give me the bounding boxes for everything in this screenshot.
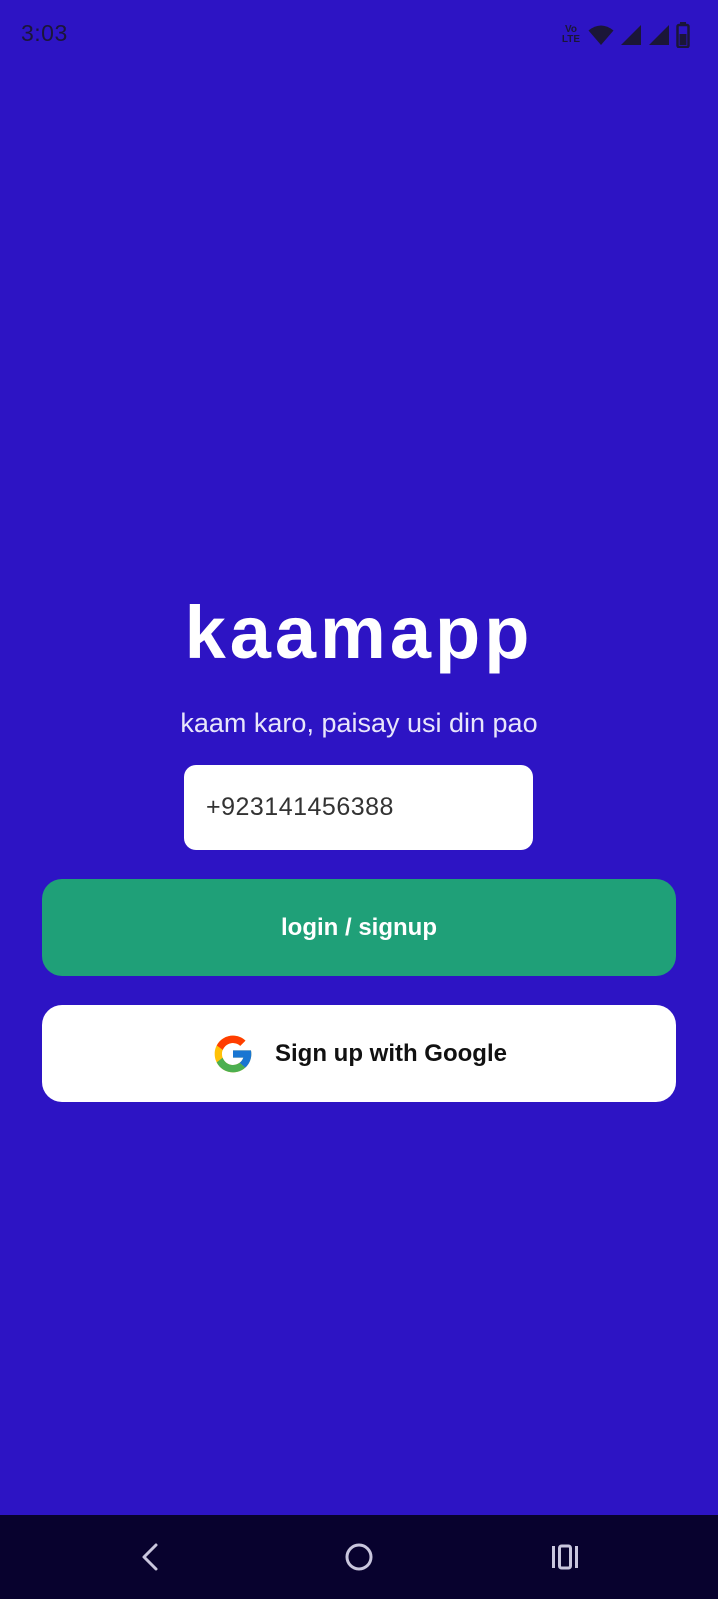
navigation-bar xyxy=(0,1515,718,1599)
volte-lte-icon: Vo LTE xyxy=(560,25,582,45)
nav-recents-button[interactable] xyxy=(541,1533,589,1581)
signal-icon xyxy=(649,25,669,45)
app-title: kaamapp xyxy=(184,591,534,674)
google-signup-button[interactable]: Sign up with Google xyxy=(42,1005,676,1102)
back-icon xyxy=(142,1543,158,1571)
login-signup-button[interactable]: login / signup xyxy=(42,879,676,976)
google-g-icon xyxy=(214,1035,252,1072)
wifi-icon xyxy=(588,25,614,45)
signal-icon xyxy=(621,25,641,45)
lte-label: LTE xyxy=(561,34,581,45)
nav-back-button[interactable] xyxy=(127,1533,175,1581)
recents-icon xyxy=(552,1544,578,1570)
battery-icon xyxy=(676,22,690,48)
app-tagline: kaam karo, paisay usi din pao xyxy=(180,708,538,738)
status-bar: 3:03 Vo LTE xyxy=(0,0,718,70)
status-time: 3:03 xyxy=(21,20,68,46)
login-signup-label: login / signup xyxy=(281,913,437,941)
status-icons: Vo LTE xyxy=(560,22,690,48)
home-icon xyxy=(345,1543,373,1571)
nav-home-button[interactable] xyxy=(335,1533,383,1581)
phone-number-input[interactable] xyxy=(184,765,533,850)
google-signup-label: Sign up with Google xyxy=(275,1039,507,1067)
